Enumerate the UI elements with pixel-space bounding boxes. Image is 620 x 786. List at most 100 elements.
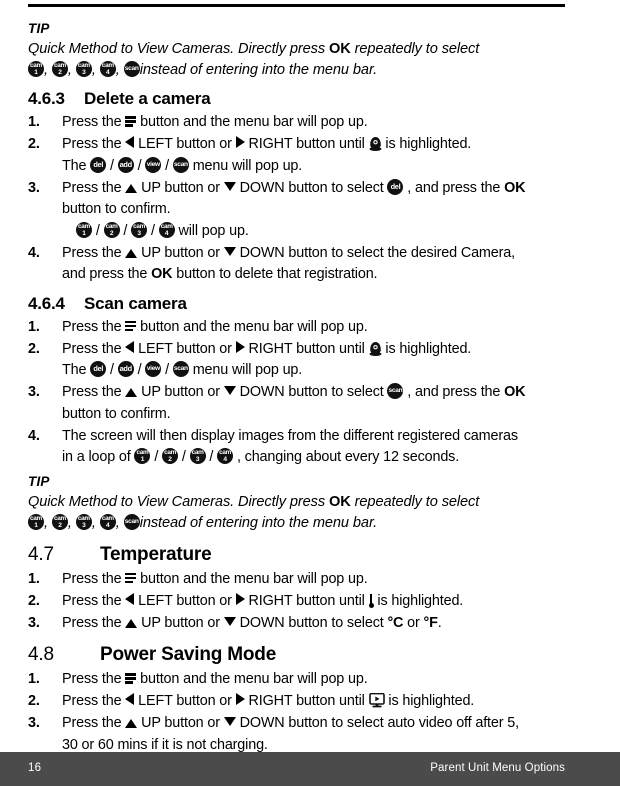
step-text: Press the xyxy=(62,592,126,609)
step-sep: / xyxy=(92,222,104,239)
step-marker: 2. xyxy=(28,592,40,609)
step-marker: 1. xyxy=(28,114,40,130)
step-text: Press the xyxy=(62,570,126,587)
step-text: 30 or 60 mins if it is not charging. xyxy=(62,736,268,753)
page-top-rule xyxy=(28,4,565,7)
cam-3-icon-number: 3 xyxy=(195,456,200,463)
up-arrow-icon xyxy=(125,248,138,258)
step-text: DOWN button to select xyxy=(235,384,388,400)
del-icon: del xyxy=(387,178,404,195)
step-text: . xyxy=(437,614,442,631)
step-item: 2. Press the LEFT button or RIGHT button … xyxy=(28,339,573,382)
step-text: UP button or xyxy=(137,384,224,400)
video-monitor-icon xyxy=(368,692,385,708)
step-marker: 2. xyxy=(28,693,40,709)
step-item: 4. The screen will then display images fr… xyxy=(28,426,573,469)
step-marker: 1. xyxy=(28,318,40,335)
page-content: TIP Quick Method to View Cameras. Direct… xyxy=(28,20,573,757)
step-item: 1. Press the button and the menu bar will… xyxy=(28,669,573,691)
cam-3-icon: cam 3 xyxy=(75,61,92,77)
cam-4-icon: cam 4 xyxy=(99,61,116,77)
steps-4-7: 1. Press the button and the menu bar will… xyxy=(28,569,573,635)
step-text: is highlighted. xyxy=(373,592,464,609)
step-text: UP button or xyxy=(137,614,224,631)
step-item: 1. Press the button and the menu bar will… xyxy=(28,317,573,339)
step-item: 1. Press the button and the menu bar will… xyxy=(28,112,573,134)
celsius-label: °C xyxy=(387,614,404,631)
scan-icon: scan xyxy=(172,361,189,377)
tip-top-text-b: repeatedly to select xyxy=(350,41,480,57)
tip-top-sep-4: , xyxy=(115,62,124,78)
cam-2-icon: cam 2 xyxy=(51,61,68,77)
scan-icon: scan xyxy=(123,513,140,530)
cam-1-icon: cam 1 xyxy=(28,513,44,530)
tip-bottom-sep-1: , xyxy=(44,514,52,531)
tip-top-text-a: Quick Method to View Cameras. Directly p… xyxy=(28,41,329,57)
step-text: UP button or xyxy=(137,179,224,196)
step-sep: / xyxy=(205,449,218,465)
tip-label-top: TIP xyxy=(28,21,50,36)
heading-4-8: 4.8 Power Saving Mode xyxy=(28,643,573,667)
step-text: button and the menu bar will pop up. xyxy=(136,671,368,687)
steps-4-6-3: 1. Press the button and the menu bar will… xyxy=(28,112,573,286)
step-sep: / xyxy=(106,362,118,378)
step-sep: / xyxy=(106,157,118,174)
ok-label: OK xyxy=(151,266,173,282)
step-sep: / xyxy=(147,222,159,239)
step-text: LEFT button or xyxy=(134,592,236,609)
step-text: and press the xyxy=(62,266,152,282)
step-marker: 4. xyxy=(28,427,40,444)
step-text: RIGHT button until xyxy=(244,340,369,357)
tip-bottom-text-b: repeatedly to select xyxy=(350,493,480,510)
cam-2-icon: cam 2 xyxy=(51,513,68,530)
heading-4-7: 4.7 Temperature xyxy=(28,543,573,567)
up-arrow-icon xyxy=(125,618,138,628)
cam-2-icon: cam 2 xyxy=(103,221,120,238)
step-text: LEFT button or xyxy=(134,136,236,152)
step-subline: button to confirm. xyxy=(62,404,573,426)
cam-4-icon: cam 4 xyxy=(158,221,175,238)
cam-4-icon: cam 4 xyxy=(217,448,234,464)
down-arrow-icon xyxy=(223,181,236,191)
ok-label: OK xyxy=(504,179,526,196)
tip-icons-line-bottom: cam 1, cam 2, cam 3, cam 4, scaninstead of e… xyxy=(28,513,573,534)
tip-bottom-sep-4: , xyxy=(115,514,124,531)
tip-bottom-sep-3: , xyxy=(91,514,100,531)
step-text: , and press the xyxy=(403,179,505,196)
step-text: DOWN button to select xyxy=(235,179,388,196)
step-sep: / xyxy=(150,449,163,465)
step-text: Press the xyxy=(62,671,126,687)
step-text: Press the xyxy=(62,136,126,152)
steps-4-6-4: 1. Press the button and the menu bar will… xyxy=(28,317,573,469)
heading-4-8-title: Power Saving Mode xyxy=(100,644,277,665)
document-page: TIP Quick Method to View Cameras. Direct… xyxy=(0,0,620,786)
step-marker: 4. xyxy=(28,244,40,261)
cam-4-icon-number: 4 xyxy=(223,456,227,463)
step-item: 1. Press the button and the menu bar will… xyxy=(28,569,573,591)
left-arrow-icon xyxy=(125,340,135,353)
tip-bottom-sep-2: , xyxy=(67,514,76,531)
tip-body-bottom: Quick Method to View Cameras. Directly p… xyxy=(28,492,573,513)
tip-bottom-ok: OK xyxy=(329,493,351,510)
scan-icon: scan xyxy=(123,61,140,77)
step-text: RIGHT button until xyxy=(244,693,369,709)
step-marker: 1. xyxy=(28,570,40,587)
scan-icon: scan xyxy=(387,383,404,399)
step-text: LEFT button or xyxy=(134,340,236,357)
cam-3-icon-number: 3 xyxy=(137,229,141,237)
step-text: menu will pop up. xyxy=(188,157,303,174)
up-arrow-icon xyxy=(125,388,138,397)
footer-section-title: Parent Unit Menu Options xyxy=(430,762,565,774)
right-arrow-icon xyxy=(235,592,245,605)
step-marker: 3. xyxy=(28,614,40,631)
right-arrow-icon xyxy=(235,340,245,353)
cam-1-icon-number: 1 xyxy=(34,69,38,76)
scan-icon: scan xyxy=(172,156,189,173)
right-arrow-icon xyxy=(235,693,245,705)
heading-4-7-title: Temperature xyxy=(100,543,212,565)
step-text: Press the xyxy=(62,244,126,261)
step-item: 3. Press the UP button or DOWN button to … xyxy=(28,382,573,425)
step-text: , changing about every 12 seconds. xyxy=(233,449,460,465)
camera-icon xyxy=(369,136,382,151)
step-text: LEFT button or xyxy=(134,693,236,709)
